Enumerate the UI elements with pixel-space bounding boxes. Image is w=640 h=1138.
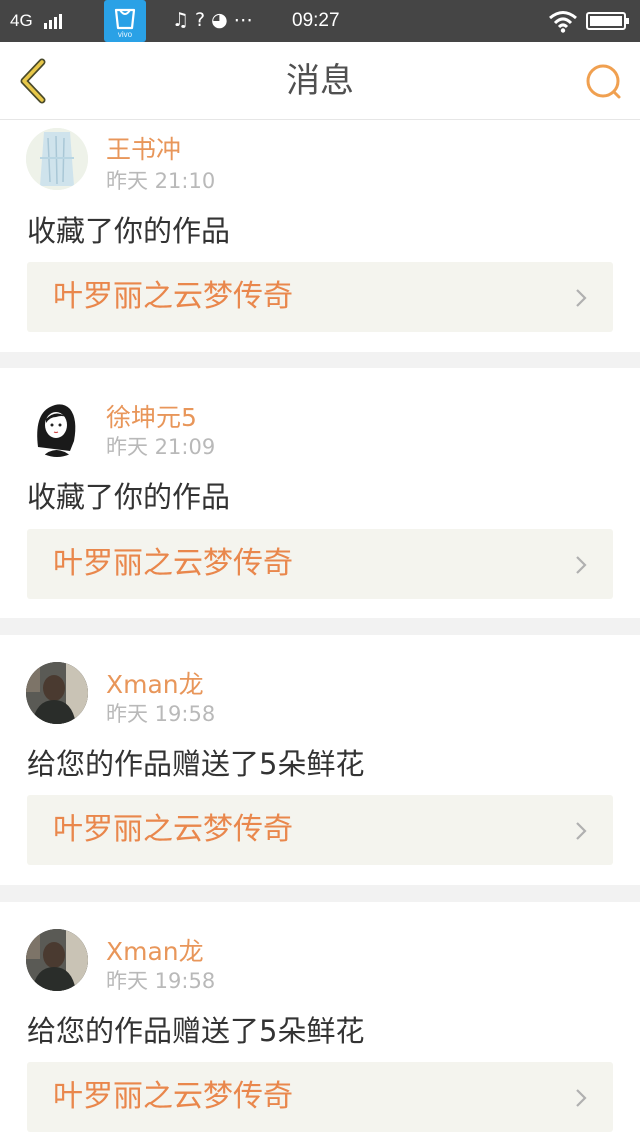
- signal-bars-icon: [44, 13, 66, 29]
- work-title: 叶罗丽之云梦传奇: [53, 1079, 293, 1114]
- more-dots-icon: ⋯: [233, 9, 259, 31]
- message-time: 昨天 21:09: [106, 435, 216, 459]
- message-card: Xman龙 昨天 19:58 给您的作品赠送了5朵鲜花 叶罗丽之云梦传奇: [0, 902, 640, 1138]
- message-action: 收藏了你的作品: [27, 214, 231, 248]
- music-note-icon: ♫: [172, 9, 196, 31]
- nav-bar: 消息: [0, 42, 640, 120]
- battery-icon: [586, 12, 629, 30]
- back-button[interactable]: [12, 56, 56, 106]
- clock: 09:27: [292, 10, 340, 31]
- message-action: 给您的作品赠送了5朵鲜花: [27, 1014, 365, 1048]
- chevron-left-icon: [20, 58, 46, 104]
- search-button[interactable]: [582, 60, 626, 104]
- user-avatar[interactable]: [26, 662, 88, 724]
- palette-icon: ◕: [211, 9, 234, 31]
- work-title: 叶罗丽之云梦传奇: [53, 812, 293, 847]
- work-link[interactable]: 叶罗丽之云梦传奇: [27, 795, 613, 865]
- vivo-label: vivo: [117, 30, 133, 39]
- username[interactable]: 徐坤元5: [106, 398, 197, 434]
- question-icon: ?: [195, 9, 212, 31]
- message-action: 给您的作品赠送了5朵鲜花: [27, 747, 365, 781]
- network-type: 4G: [10, 11, 33, 30]
- notification-icons: ♫?◕⋯: [172, 9, 259, 31]
- status-bar: 4G vivo ♫?◕⋯ 09:27: [0, 0, 640, 42]
- message-card: 徐坤元5 昨天 21:09 收藏了你的作品 叶罗丽之云梦传奇: [0, 368, 640, 618]
- message-card: Xman龙 昨天 19:58 给您的作品赠送了5朵鲜花 叶罗丽之云梦传奇: [0, 635, 640, 885]
- message-card: 王书冲 昨天 21:10 收藏了你的作品 叶罗丽之云梦传奇: [0, 120, 640, 352]
- page-title: 消息: [286, 61, 354, 101]
- work-link[interactable]: 叶罗丽之云梦传奇: [27, 529, 613, 599]
- chevron-right-icon: [576, 289, 587, 307]
- wifi-icon: [549, 11, 577, 33]
- message-time: 昨天 19:58: [106, 969, 216, 993]
- vivo-app-icon: vivo: [104, 0, 146, 42]
- message-time: 昨天 19:58: [106, 702, 216, 726]
- work-title: 叶罗丽之云梦传奇: [53, 546, 293, 581]
- message-time: 昨天 21:10: [106, 169, 216, 193]
- username[interactable]: Xman龙: [106, 665, 204, 701]
- message-action: 收藏了你的作品: [27, 480, 231, 514]
- user-avatar[interactable]: [26, 128, 88, 190]
- message-list[interactable]: 王书冲 昨天 21:10 收藏了你的作品 叶罗丽之云梦传奇 徐坤元5 昨天 21…: [0, 120, 640, 1138]
- chevron-right-icon: [576, 1089, 587, 1107]
- work-link[interactable]: 叶罗丽之云梦传奇: [27, 262, 613, 332]
- work-title: 叶罗丽之云梦传奇: [53, 279, 293, 314]
- username[interactable]: Xman龙: [106, 932, 204, 968]
- user-avatar[interactable]: [26, 929, 88, 991]
- user-avatar[interactable]: [26, 395, 88, 457]
- chevron-right-icon: [576, 822, 587, 840]
- username[interactable]: 王书冲: [106, 130, 181, 166]
- work-link[interactable]: 叶罗丽之云梦传奇: [27, 1062, 613, 1132]
- chevron-right-icon: [576, 556, 587, 574]
